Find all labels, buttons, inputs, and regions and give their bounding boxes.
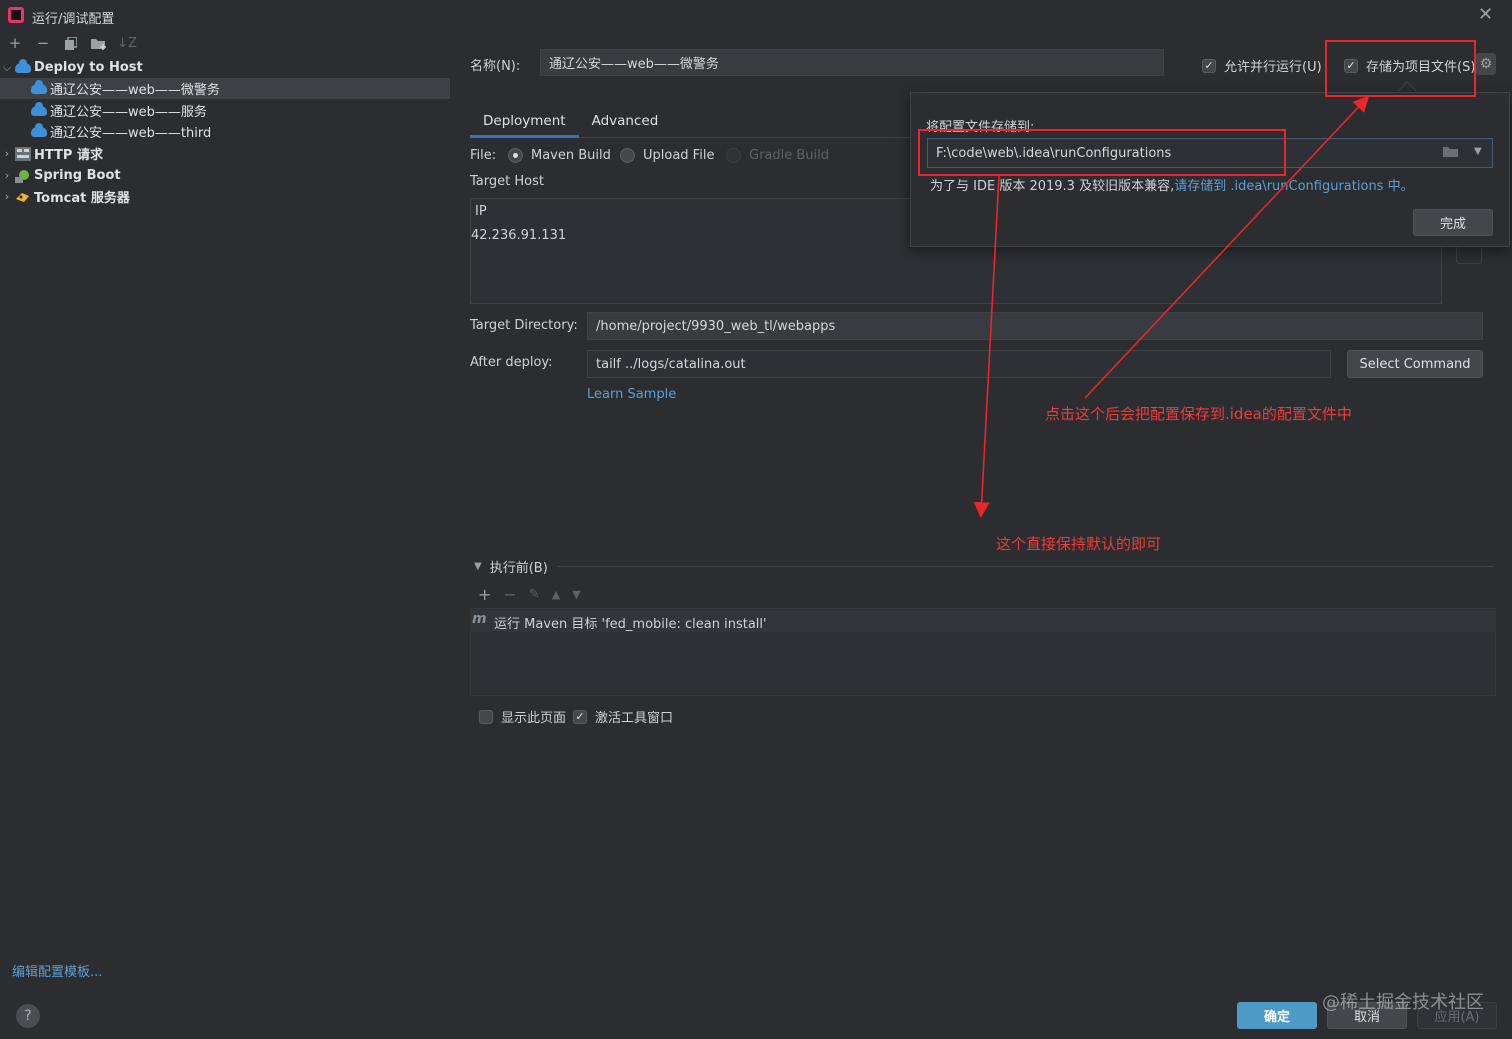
annotation-arrows [973, 95, 1370, 519]
annotation-note-2: 这个直接保持默认的即可 [996, 535, 1162, 553]
annotation-note-1: 点击这个后会把配置保存到.idea的配置文件中 [1045, 405, 1352, 423]
watermark: @稀土掘金技术社区 [1322, 992, 1484, 1013]
annotation-arrow-2 [973, 175, 1000, 519]
ok-button[interactable]: 确定 [1237, 1002, 1317, 1029]
annotation-arrow-1 [1084, 95, 1370, 399]
